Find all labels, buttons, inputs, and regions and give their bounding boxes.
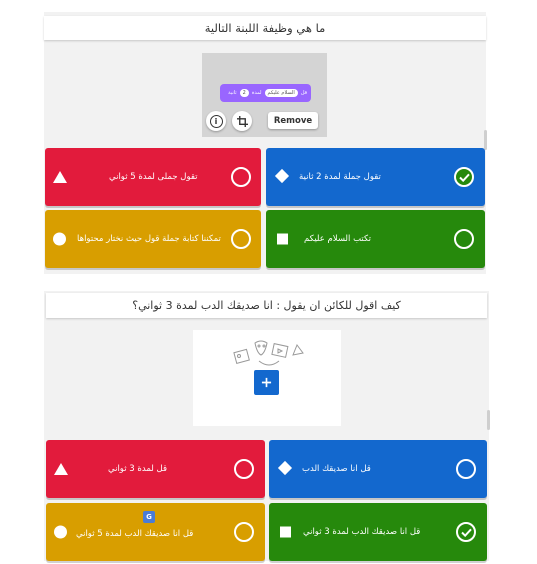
- q1-answer-2[interactable]: تقول جملة لمدة 2 ثانية: [266, 148, 485, 206]
- remove-image-label: Remove: [273, 115, 313, 126]
- translate-icon[interactable]: G: [143, 511, 155, 523]
- say-block: قل السلام عليكم لمدة 2 ثانية: [220, 84, 311, 102]
- q1-answer-4-correct-toggle[interactable]: [454, 229, 474, 249]
- question-2-title: كيف اقول للكائن ان يقول : انا صديقك الدب…: [132, 299, 401, 312]
- question-1-image: قل السلام عليكم لمدة 2 ثانية i Remove: [202, 53, 327, 137]
- say-block-number: 2: [239, 89, 249, 97]
- q2-answer-4-text: قل انا صديقك الدب لمدة 3 ثواني: [303, 527, 421, 537]
- q1-answer-1-text: تقول جملى لمدة 5 ثواني: [109, 172, 198, 182]
- q2-answer-3-text: قل انا صديقك الدب لمدة 5 ثواني: [76, 529, 194, 539]
- q1-answer-4[interactable]: تكتب السلام عليكم: [266, 210, 485, 268]
- media-doodle-icon: [233, 340, 304, 366]
- info-icon: i: [209, 114, 223, 128]
- q2-answer-3-correct-toggle[interactable]: [234, 522, 254, 542]
- q2-answer-3[interactable]: G قل انا صديقك الدب لمدة 5 ثواني: [46, 503, 265, 561]
- q1-answer-2-correct-toggle[interactable]: [454, 167, 474, 187]
- media-upload-area[interactable]: [193, 330, 341, 426]
- q2-answer-2-text: قل انا صديقك الدب: [302, 464, 371, 474]
- q1-answer-1[interactable]: تقول جملى لمدة 5 ثواني: [45, 148, 261, 206]
- say-block-for: لمدة: [251, 90, 262, 96]
- q1-answer-3-correct-toggle[interactable]: [231, 229, 251, 249]
- remove-image-button[interactable]: Remove: [268, 112, 318, 129]
- say-block-text: السلام عليكم: [264, 89, 298, 97]
- info-button[interactable]: i: [206, 111, 226, 131]
- q2-answer-2[interactable]: قل انا صديقك الدب: [269, 440, 487, 498]
- question-2-title-bar[interactable]: كيف اقول للكائن ان يقول : انا صديقك الدب…: [46, 293, 487, 318]
- q1-answer-3[interactable]: تمكننا كتابة جملة قول حيث نختار محتواها: [45, 210, 261, 268]
- diamond-icon: [277, 460, 293, 476]
- square-icon: [277, 233, 288, 245]
- question-1-title: ما هي وظيفة اللبنة التالية: [204, 21, 326, 35]
- q1-answer-1-correct-toggle[interactable]: [231, 167, 251, 187]
- circle-icon: [54, 525, 67, 539]
- q2-answer-2-correct-toggle[interactable]: [456, 459, 476, 479]
- triangle-icon: [54, 463, 68, 475]
- say-block-label: قل: [300, 90, 307, 96]
- crop-icon: [236, 115, 248, 127]
- q2-answer-1-text: قل لمدة 3 ثواني: [108, 464, 168, 474]
- q2-answer-4[interactable]: قل انا صديقك الدب لمدة 3 ثواني: [269, 503, 487, 561]
- circle-icon: [53, 232, 66, 246]
- say-block-unit: ثانية: [228, 90, 237, 96]
- triangle-icon: [53, 171, 67, 183]
- q2-answer-1-correct-toggle[interactable]: [234, 459, 254, 479]
- check-icon: [460, 528, 472, 537]
- q1-answer-2-text: تقول جملة لمدة 2 ثانية: [299, 172, 381, 182]
- add-media-button[interactable]: [254, 370, 279, 395]
- question-1-title-bar[interactable]: ما هي وظيفة اللبنة التالية: [44, 16, 486, 40]
- crop-button[interactable]: [232, 111, 252, 131]
- scrollbar-thumb[interactable]: [484, 130, 487, 150]
- q2-answer-1[interactable]: قل لمدة 3 ثواني: [46, 440, 265, 498]
- q2-answer-4-correct-toggle[interactable]: [456, 522, 476, 542]
- scrollbar-thumb-2[interactable]: [487, 410, 490, 430]
- plus-icon: [261, 377, 272, 388]
- check-icon: [458, 173, 470, 182]
- diamond-icon: [274, 168, 290, 184]
- q1-answer-3-text: تمكننا كتابة جملة قول حيث نختار محتواها: [77, 234, 221, 244]
- square-icon: [280, 526, 291, 538]
- q1-answer-4-text: تكتب السلام عليكم: [304, 234, 372, 244]
